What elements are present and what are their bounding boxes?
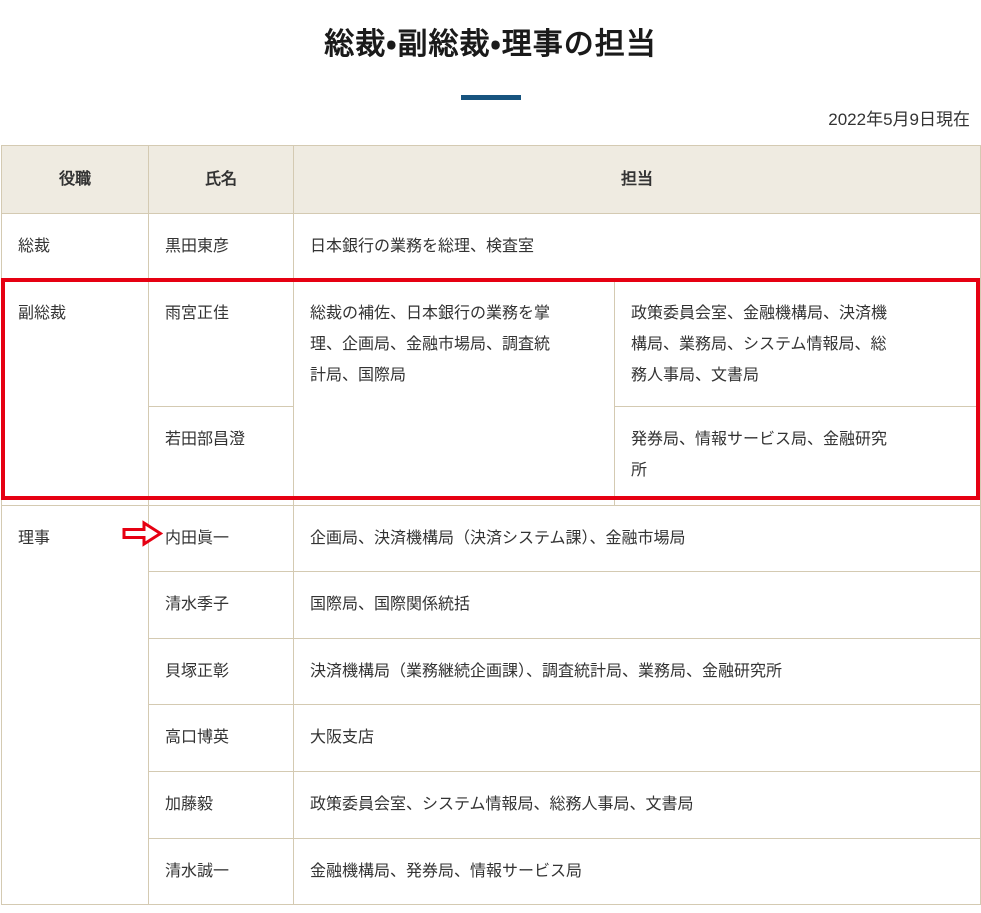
table-row: 貝塚正彰 決済機構局（業務継続企画課）、調査統計局、業務局、金融研究所	[2, 639, 981, 705]
page: 総裁・副総裁・理事の担当 2022年5月9日現在 役職 氏名 担当 総裁 黒田東…	[0, 0, 981, 913]
duty-shared-cell: 総裁の補佐、日本銀行の業務を掌 理、企画局、金融市場局、調査統 計局、国際局	[294, 281, 615, 506]
duty-cell: 政策委員会室、システム情報局、総務人事局、文書局	[294, 772, 981, 839]
page-title: 総裁・副総裁・理事の担当	[0, 27, 981, 63]
table-row: 理事 内田眞一 企画局、決済機構局（決済システム課）、金融市場局	[2, 506, 981, 572]
table-row: 副総裁 雨宮正佳 総裁の補佐、日本銀行の業務を掌 理、企画局、金融市場局、調査統…	[2, 281, 981, 407]
name-cell: 清水季子	[149, 572, 294, 639]
header-position: 役職	[2, 146, 149, 214]
position-cell: 副総裁	[2, 281, 149, 506]
duty-cell: 政策委員会室、金融機構局、決済機 構局、業務局、システム情報局、総 務人事局、文…	[615, 281, 981, 407]
duty-cell: 金融機構局、発券局、情報サービス局	[294, 839, 981, 905]
position-cell: 理事	[2, 506, 149, 905]
date-note: 2022年5月9日現在	[0, 109, 970, 131]
officers-table-wrap: 役職 氏名 担当 総裁 黒田東彦 日本銀行の業務を総理、検査室 副総裁 雨宮正佳…	[1, 145, 980, 905]
name-cell: 清水誠一	[149, 839, 294, 905]
name-cell: 貝塚正彰	[149, 639, 294, 705]
header-name: 氏名	[149, 146, 294, 214]
name-cell: 加藤毅	[149, 772, 294, 839]
name-cell: 雨宮正佳	[149, 281, 294, 407]
duty-cell: 大阪支店	[294, 705, 981, 772]
position-cell: 総裁	[2, 214, 149, 281]
duty-cell: 国際局、国際関係統括	[294, 572, 981, 639]
name-cell: 高口博英	[149, 705, 294, 772]
table-row: 加藤毅 政策委員会室、システム情報局、総務人事局、文書局	[2, 772, 981, 839]
table-row: 総裁 黒田東彦 日本銀行の業務を総理、検査室	[2, 214, 981, 281]
name-cell: 内田眞一	[149, 506, 294, 572]
duty-cell: 企画局、決済機構局（決済システム課）、金融市場局	[294, 506, 981, 572]
duty-cell: 発券局、情報サービス局、金融研究 所	[615, 407, 981, 506]
name-cell: 若田部昌澄	[149, 407, 294, 506]
table-header-row: 役職 氏名 担当	[2, 146, 981, 214]
name-cell: 黒田東彦	[149, 214, 294, 281]
duty-cell: 決済機構局（業務継続企画課）、調査統計局、業務局、金融研究所	[294, 639, 981, 705]
officers-table: 役職 氏名 担当 総裁 黒田東彦 日本銀行の業務を総理、検査室 副総裁 雨宮正佳…	[1, 145, 981, 905]
table-row: 清水季子 国際局、国際関係統括	[2, 572, 981, 639]
table-row: 清水誠一 金融機構局、発券局、情報サービス局	[2, 839, 981, 905]
title-divider	[461, 95, 521, 100]
table-row: 高口博英 大阪支店	[2, 705, 981, 772]
duty-cell: 日本銀行の業務を総理、検査室	[294, 214, 981, 281]
header-duty: 担当	[294, 146, 981, 214]
